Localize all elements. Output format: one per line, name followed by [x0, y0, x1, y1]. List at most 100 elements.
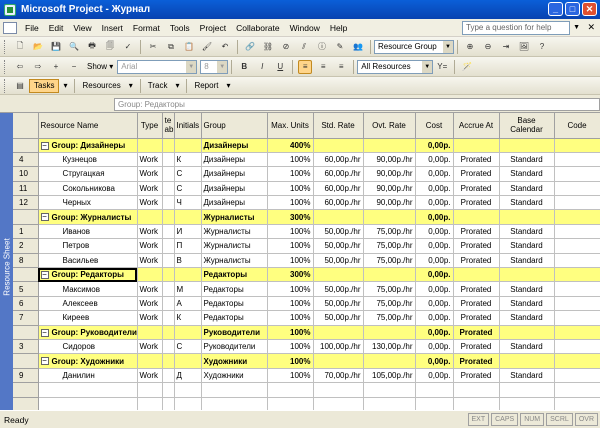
std-rate-cell[interactable]: 50,00р./hr [313, 238, 364, 254]
type-cell[interactable] [137, 267, 163, 283]
accrue-cell[interactable] [453, 138, 500, 153]
base-calendar-cell[interactable] [499, 209, 555, 225]
accrue-cell[interactable]: Prorated [453, 296, 500, 312]
help-icon[interactable]: ? [535, 40, 549, 54]
ovt-rate-cell[interactable] [363, 267, 416, 283]
group-name-cell[interactable]: − Group: Художники [38, 353, 138, 369]
collapse-icon[interactable]: − [40, 141, 49, 150]
minimize-button[interactable]: _ [548, 2, 563, 16]
guide-toggle-icon[interactable]: ▤ [13, 79, 27, 93]
empty-cell[interactable] [162, 382, 175, 398]
row-header[interactable]: 3 [13, 339, 39, 355]
row-header[interactable]: 12 [13, 195, 39, 211]
resource-name-cell[interactable]: Киреев [38, 310, 138, 326]
group-cell[interactable]: Дизайнеры [201, 181, 268, 197]
resource-name-cell[interactable]: Кузнецов [38, 152, 138, 168]
menu-file[interactable]: File [20, 23, 44, 33]
accrue-cell[interactable]: Prorated [453, 238, 500, 254]
empty-row[interactable] [13, 382, 600, 398]
row-header[interactable]: 8 [13, 253, 39, 269]
cost-cell[interactable]: 0,00р. [415, 325, 454, 340]
std-rate-cell[interactable]: 50,00р./hr [313, 224, 364, 240]
std-rate-cell[interactable] [313, 353, 364, 369]
ovt-rate-cell[interactable]: 90,00р./hr [363, 195, 416, 211]
cost-cell[interactable]: 0,00р. [415, 181, 454, 197]
code-cell[interactable] [554, 310, 600, 326]
close-button[interactable]: ✕ [582, 2, 597, 16]
ovt-rate-cell[interactable]: 75,00р./hr [363, 296, 416, 312]
group-cell[interactable]: Редакторы [201, 310, 268, 326]
base-calendar-cell[interactable]: Standard [499, 181, 555, 197]
type-cell[interactable]: Work [137, 152, 163, 168]
empty-cell[interactable] [499, 382, 555, 398]
accrue-cell[interactable]: Prorated [453, 224, 500, 240]
code-cell[interactable] [554, 152, 600, 168]
material-cell[interactable] [162, 267, 175, 283]
open-icon[interactable]: 📂 [31, 40, 45, 54]
initials-cell[interactable] [174, 209, 202, 225]
report-dropdown-icon[interactable]: ▾ [222, 79, 234, 93]
resource-name-cell[interactable]: Стругацкая [38, 166, 138, 182]
std-rate-cell[interactable]: 60,00р./hr [313, 166, 364, 182]
indent-icon[interactable]: ⇨ [31, 60, 45, 74]
spelling-icon[interactable]: ✓ [121, 40, 135, 54]
column-header[interactable]: Type [137, 113, 163, 139]
ask-dropdown-icon[interactable]: ▼ [573, 24, 580, 31]
resources-button[interactable]: Resources [78, 79, 124, 93]
menu-view[interactable]: View [68, 23, 96, 33]
cost-cell[interactable]: 0,00р. [415, 368, 454, 384]
initials-cell[interactable] [174, 353, 202, 369]
group-name-cell[interactable]: − Group: Журналисты [38, 209, 138, 225]
cut-icon[interactable]: ✂ [146, 40, 160, 54]
row-header[interactable]: 1 [13, 224, 39, 240]
menu-help[interactable]: Help [325, 23, 352, 33]
empty-cell[interactable] [201, 397, 268, 410]
menu-window[interactable]: Window [285, 23, 325, 33]
code-cell[interactable] [554, 166, 600, 182]
filter-combo[interactable]: All Resources ▼ [357, 59, 434, 74]
accrue-cell[interactable]: Prorated [453, 181, 500, 197]
material-cell[interactable] [162, 195, 175, 211]
row-header[interactable] [13, 353, 39, 369]
copy-picture-icon[interactable]: 🖼 [517, 40, 531, 54]
base-calendar-cell[interactable] [499, 138, 555, 153]
group-name-cell[interactable]: − Group: Дизайнеры [38, 138, 138, 153]
collapse-icon[interactable]: − [40, 213, 49, 222]
empty-cell[interactable] [415, 382, 454, 398]
material-cell[interactable] [162, 353, 175, 369]
ovt-rate-cell[interactable]: 75,00р./hr [363, 310, 416, 326]
group-cell[interactable]: Журналисты [201, 238, 268, 254]
accrue-cell[interactable]: Prorated [453, 339, 500, 355]
row-header[interactable]: 11 [13, 181, 39, 197]
code-cell[interactable] [554, 353, 600, 369]
gantt-wizard-icon[interactable]: 🪄 [460, 60, 474, 74]
row-header[interactable]: 6 [13, 296, 39, 312]
hide-subtasks-icon[interactable]: − [67, 60, 81, 74]
type-cell[interactable] [137, 353, 163, 369]
group-row[interactable]: − Group: Редакторы Редакторы 300% 0,00р. [13, 267, 600, 283]
std-rate-cell[interactable]: 50,00р./hr [313, 310, 364, 326]
max-units-cell[interactable]: 100% [267, 224, 314, 240]
max-units-cell[interactable]: 100% [267, 181, 314, 197]
resource-row[interactable]: 9 Данилин Work Д Художники 100% 70,00р./hr 105,… [13, 368, 600, 384]
material-cell[interactable] [162, 253, 175, 269]
menu-collaborate[interactable]: Collaborate [231, 23, 284, 33]
column-header[interactable]: Group [201, 113, 268, 139]
max-units-cell[interactable]: 300% [267, 267, 314, 283]
empty-cell[interactable] [174, 382, 202, 398]
italic-icon[interactable]: I [255, 60, 269, 74]
resource-name-cell[interactable]: Иванов [38, 224, 138, 240]
tasks-dropdown-icon[interactable]: ▾ [59, 79, 71, 93]
initials-cell[interactable]: С [174, 339, 202, 355]
material-cell[interactable] [162, 368, 175, 384]
cost-cell[interactable]: 0,00р. [415, 296, 454, 312]
outdent-icon[interactable]: ⇦ [13, 60, 27, 74]
resource-row[interactable]: 6 Алексеев Work А Редакторы 100% 50,00р./hr 75,… [13, 296, 600, 312]
initials-cell[interactable]: В [174, 253, 202, 269]
material-cell[interactable] [162, 238, 175, 254]
preview-icon[interactable]: 🗐 [103, 40, 117, 54]
empty-cell[interactable] [267, 397, 314, 410]
document-close-icon[interactable]: ✕ [587, 22, 595, 33]
code-cell[interactable] [554, 368, 600, 384]
std-rate-cell[interactable] [313, 325, 364, 340]
